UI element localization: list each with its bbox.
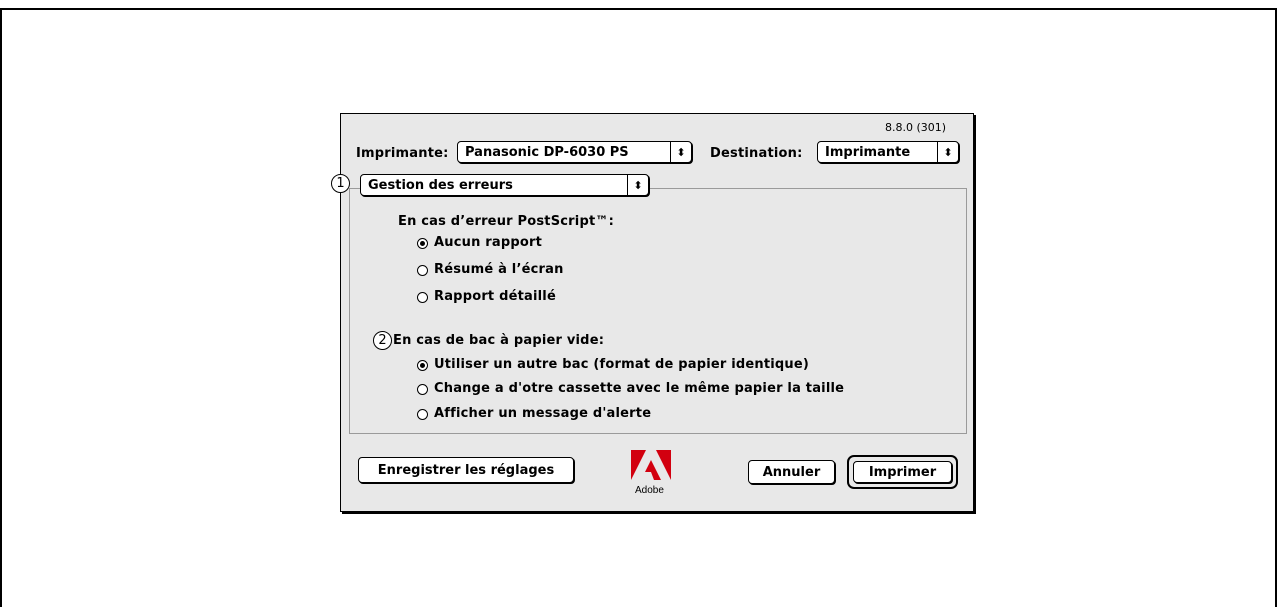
destination-popup-value: Imprimante (825, 144, 911, 160)
adobe-logo: ® Adobe (631, 450, 671, 496)
up-down-arrows-icon: ⬍ (670, 142, 691, 162)
destination-popup[interactable]: Imprimante ⬍ (817, 141, 959, 163)
panel-popup-value: Gestion des erreurs (368, 177, 513, 193)
adobe-logo-text: Adobe (635, 485, 664, 496)
callout-marker-2: 2 (373, 331, 392, 350)
save-settings-button[interactable]: Enregistrer les réglages (358, 457, 574, 483)
print-button[interactable]: Imprimer (853, 461, 952, 483)
radio-autre-bac[interactable] (417, 360, 428, 371)
version-label: 8.8.0 (301) (885, 121, 947, 134)
callout-marker-1: 1 (331, 174, 350, 193)
up-down-arrows-icon: ⬍ (937, 142, 958, 162)
printer-popup[interactable]: Panasonic DP-6030 PS ⬍ (457, 141, 692, 163)
option-resume-ecran[interactable]: Résumé à l’écran (434, 262, 564, 277)
destination-label: Destination: (710, 146, 803, 161)
radio-aucun-rapport[interactable] (417, 238, 428, 249)
option-aucun-rapport[interactable]: Aucun rapport (434, 235, 542, 250)
option-message-alerte[interactable]: Afficher un message d'alerte (434, 406, 651, 421)
radio-resume-ecran[interactable] (417, 265, 428, 276)
cancel-button[interactable]: Annuler (748, 460, 835, 484)
option-autre-cassette[interactable]: Change a d'otre cassette avec le même pa… (434, 381, 844, 396)
printer-popup-value: Panasonic DP-6030 PS (465, 144, 629, 160)
radio-autre-cassette[interactable] (417, 384, 428, 395)
postscript-section-title: En cas d’erreur PostScript™: (398, 214, 614, 229)
radio-rapport-detaille[interactable] (417, 292, 428, 303)
panel-popup[interactable]: Gestion des erreurs ⬍ (360, 174, 649, 196)
print-dialog: 8.8.0 (301) Imprimante: Panasonic DP-603… (331, 113, 974, 512)
option-autre-bac[interactable]: Utiliser un autre bac (format de papier … (434, 357, 809, 372)
printer-label: Imprimante: (356, 146, 449, 161)
empty-tray-section-title: En cas de bac à papier vide: (393, 333, 605, 348)
up-down-arrows-icon: ⬍ (627, 175, 648, 195)
option-rapport-detaille[interactable]: Rapport détaillé (434, 289, 556, 304)
radio-message-alerte[interactable] (417, 409, 428, 420)
